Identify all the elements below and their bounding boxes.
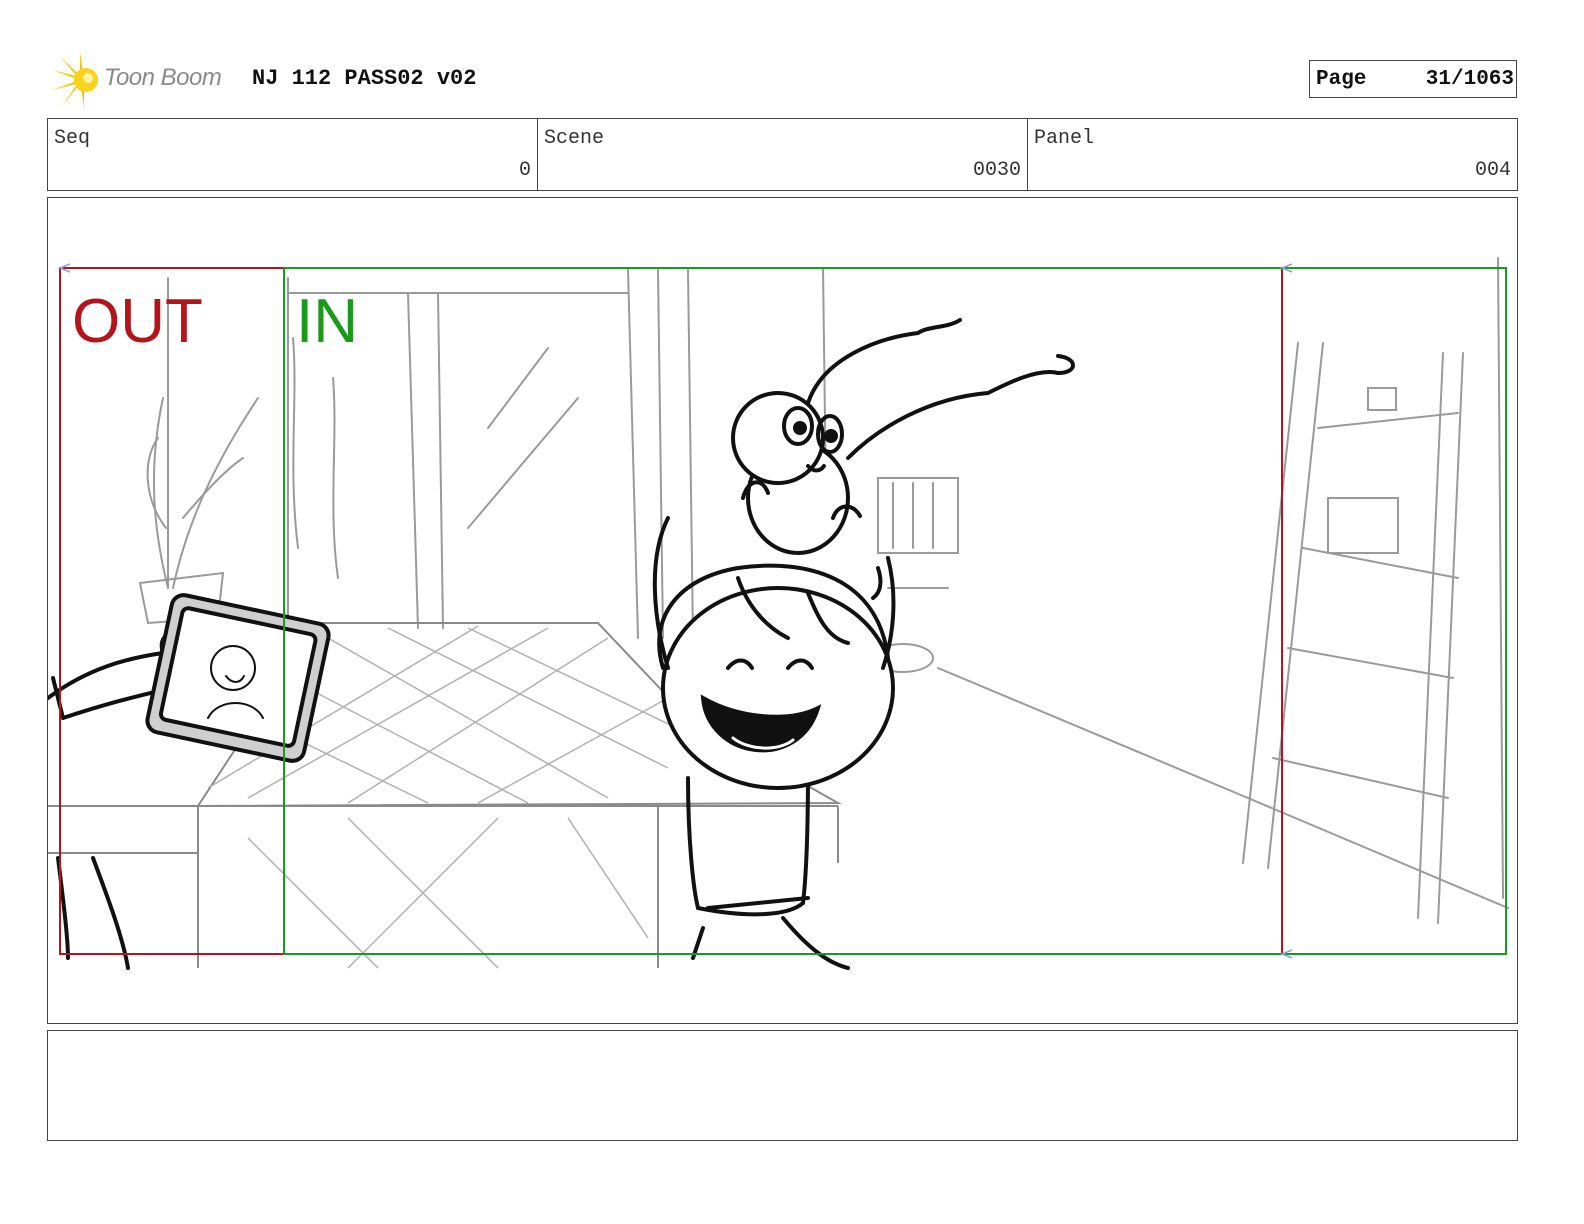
page-indicator: Page 31/1063: [1309, 60, 1517, 98]
document-title: NJ 112 PASS02 v02: [252, 66, 477, 91]
logo-text: Toon Boom: [104, 64, 222, 91]
character-sketch: [652, 318, 1075, 970]
seq-label: Seq: [54, 127, 91, 150]
toon-boom-logo: Toon Boom: [50, 50, 240, 110]
info-row: Seq 0 Scene 0030 Panel 004: [47, 118, 1518, 191]
panel-drawing: [48, 257, 1509, 970]
panel-cell: Panel 004: [1028, 119, 1517, 190]
panel-label: Panel: [1034, 127, 1095, 150]
seq-value: 0: [518, 159, 531, 182]
out-frame-label: OUT: [72, 287, 203, 356]
scene-cell: Scene 0030: [538, 119, 1028, 190]
background-sketch: [138, 257, 1509, 924]
tablet-sketch: [48, 593, 331, 970]
seq-cell: Seq 0: [48, 119, 538, 190]
panel-notes-box: [47, 1030, 1518, 1141]
panel-value: 004: [1474, 159, 1511, 182]
sunburst-icon: [52, 52, 98, 108]
scene-value: 0030: [972, 159, 1021, 182]
page-number: 31/1063: [1425, 68, 1514, 91]
storyboard-panel: OUT IN: [47, 197, 1518, 1024]
in-frame-label: IN: [296, 287, 358, 356]
scene-label: Scene: [544, 127, 605, 150]
page-label: Page: [1316, 68, 1367, 91]
